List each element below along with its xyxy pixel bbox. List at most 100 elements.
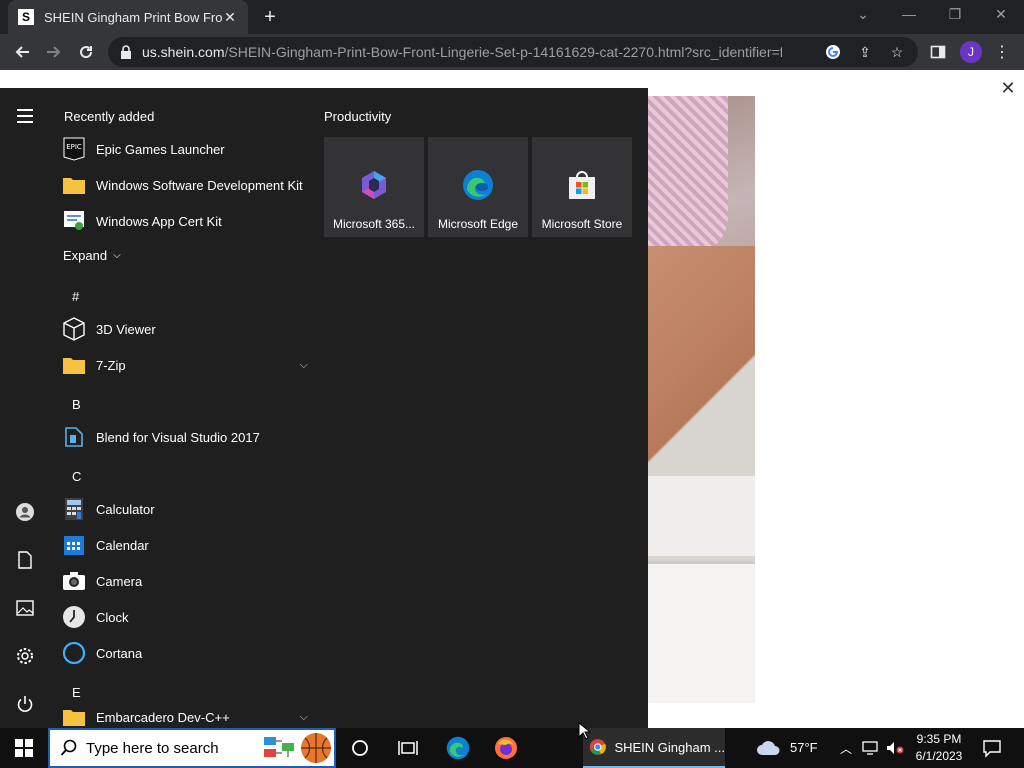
- app-clock[interactable]: Clock: [62, 599, 308, 635]
- volume-muted-icon[interactable]: [886, 740, 904, 759]
- app-windows-sdk[interactable]: Windows Software Development Kit: [62, 167, 308, 203]
- restore-button[interactable]: ❐: [943, 6, 967, 23]
- taskbar-active-app[interactable]: SHEIN Gingham ...: [583, 728, 725, 768]
- group-header-e[interactable]: E: [72, 685, 81, 700]
- search-highlight-icon: [264, 733, 331, 763]
- back-button[interactable]: [12, 42, 32, 62]
- product-image[interactable]: [648, 96, 755, 703]
- notification-center-icon[interactable]: [982, 738, 1002, 758]
- search-placeholder: Type here to search: [86, 739, 219, 757]
- new-tab-button[interactable]: +: [260, 7, 280, 27]
- task-view-icon: [398, 741, 418, 755]
- google-lens-icon[interactable]: [824, 43, 842, 61]
- taskbar-clock[interactable]: 9:35 PM 6/1/2023: [906, 731, 972, 765]
- active-app-label: SHEIN Gingham ...: [614, 739, 725, 755]
- calendar-icon: [62, 533, 86, 557]
- tab-title: SHEIN Gingham Print Bow Front: [44, 9, 222, 25]
- camera-icon: [62, 569, 86, 593]
- folder-icon: [62, 353, 86, 377]
- expand-button[interactable]: Expand ⌵: [63, 248, 121, 263]
- chevron-up-icon[interactable]: ︿: [840, 740, 852, 757]
- browser-menu-icon[interactable]: ⋮: [992, 42, 1012, 62]
- app-label: Epic Games Launcher: [96, 141, 225, 157]
- start-button[interactable]: [0, 728, 48, 768]
- app-label: Windows Software Development Kit: [96, 177, 303, 193]
- cube-icon: [62, 317, 86, 341]
- lock-icon[interactable]: [118, 44, 134, 60]
- address-bar[interactable]: us.shein.com/SHEIN-Gingham-Print-Bow-Fro…: [108, 37, 918, 67]
- tile-label: Microsoft 365...: [332, 217, 416, 231]
- weather-temperature: 57°F: [790, 739, 818, 755]
- start-menu: Recently added EPIC Epic Games Launcher …: [0, 88, 648, 728]
- url-text[interactable]: us.shein.com/SHEIN-Gingham-Print-Bow-Fro…: [142, 44, 782, 60]
- clock-icon: [62, 605, 86, 629]
- chevron-down-icon[interactable]: ⌵: [300, 711, 308, 724]
- app-label: Calendar: [96, 537, 149, 553]
- windows-logo-icon: [15, 739, 33, 757]
- close-window-button[interactable]: ✕: [989, 6, 1013, 23]
- app-label: 7-Zip: [96, 357, 126, 373]
- chevron-down-icon[interactable]: ⌵: [300, 359, 308, 372]
- taskbar-edge-button[interactable]: [446, 736, 470, 760]
- tile-microsoft-365[interactable]: Microsoft 365...: [324, 137, 424, 237]
- tab-search-icon[interactable]: ⌄: [851, 6, 875, 23]
- app-label: 3D Viewer: [96, 321, 156, 337]
- screen: S SHEIN Gingham Print Bow Front ✕ + ⌄ — …: [0, 0, 1024, 768]
- clock-date: 6/1/2023: [915, 749, 963, 763]
- tile-microsoft-store[interactable]: Microsoft Store: [532, 137, 632, 237]
- bookmark-star-icon[interactable]: ☆: [888, 43, 906, 61]
- cert-kit-icon: [62, 209, 86, 233]
- app-label: Embarcadero Dev-C++: [96, 709, 230, 725]
- profile-avatar[interactable]: J: [960, 41, 982, 63]
- svg-text:EPIC: EPIC: [66, 143, 82, 151]
- reload-icon: [80, 46, 93, 59]
- side-panel-button[interactable]: [928, 42, 948, 62]
- reload-button[interactable]: [76, 42, 96, 62]
- cloud-icon: [757, 741, 780, 755]
- chevron-down-icon: ⌵: [113, 250, 121, 261]
- settings-gear-icon[interactable]: [13, 644, 37, 668]
- search-icon: [60, 739, 77, 756]
- firefox-icon: [495, 737, 517, 759]
- cortana-button[interactable]: [348, 736, 372, 760]
- app-label: Cortana: [96, 645, 143, 661]
- app-blend-visual-studio[interactable]: Blend for Visual Studio 2017: [62, 419, 308, 455]
- taskbar-firefox-button[interactable]: [494, 736, 518, 760]
- documents-icon[interactable]: [13, 548, 37, 572]
- app-camera[interactable]: Camera: [62, 563, 308, 599]
- edge-icon: [446, 736, 470, 760]
- tab-close-icon[interactable]: ✕: [222, 9, 238, 26]
- app-windows-app-cert-kit[interactable]: Windows App Cert Kit: [62, 203, 308, 239]
- app-embarcadero-dev-cpp[interactable]: Embarcadero Dev-C++ ⌵: [62, 699, 308, 728]
- power-icon[interactable]: [13, 692, 37, 716]
- task-view-button[interactable]: [396, 736, 420, 760]
- forward-button[interactable]: [44, 42, 64, 62]
- app-7-zip[interactable]: 7-Zip ⌵: [62, 347, 308, 383]
- chrome-icon: [589, 739, 606, 755]
- network-icon[interactable]: [862, 740, 880, 759]
- app-label: Blend for Visual Studio 2017: [96, 429, 260, 445]
- folder-icon: [62, 705, 86, 728]
- group-header-c[interactable]: C: [72, 469, 81, 484]
- calculator-icon: [62, 497, 86, 521]
- group-header-hash[interactable]: #: [72, 289, 79, 304]
- cortana-icon: [352, 740, 368, 756]
- pictures-icon[interactable]: [13, 596, 37, 620]
- user-account-icon[interactable]: [13, 500, 37, 524]
- weather-widget[interactable]: 57°F: [756, 738, 818, 756]
- browser-tab[interactable]: S SHEIN Gingham Print Bow Front ✕: [8, 0, 248, 34]
- hamburger-menu-icon[interactable]: [13, 104, 37, 128]
- app-calculator[interactable]: Calculator: [62, 491, 308, 527]
- group-header-b[interactable]: B: [72, 397, 81, 412]
- share-icon[interactable]: ⇪: [856, 43, 874, 61]
- taskbar-search-box[interactable]: Type here to search: [48, 728, 336, 768]
- minimize-button[interactable]: —: [897, 6, 921, 22]
- app-cortana[interactable]: Cortana: [62, 635, 308, 671]
- app-epic-games-launcher[interactable]: EPIC Epic Games Launcher: [62, 131, 308, 167]
- page-close-icon[interactable]: ✕: [998, 78, 1018, 98]
- start-menu-rail: [0, 88, 50, 728]
- app-label: Windows App Cert Kit: [96, 213, 222, 229]
- tile-microsoft-edge[interactable]: Microsoft Edge: [428, 137, 528, 237]
- app-3d-viewer[interactable]: 3D Viewer: [62, 311, 308, 347]
- app-calendar[interactable]: Calendar: [62, 527, 308, 563]
